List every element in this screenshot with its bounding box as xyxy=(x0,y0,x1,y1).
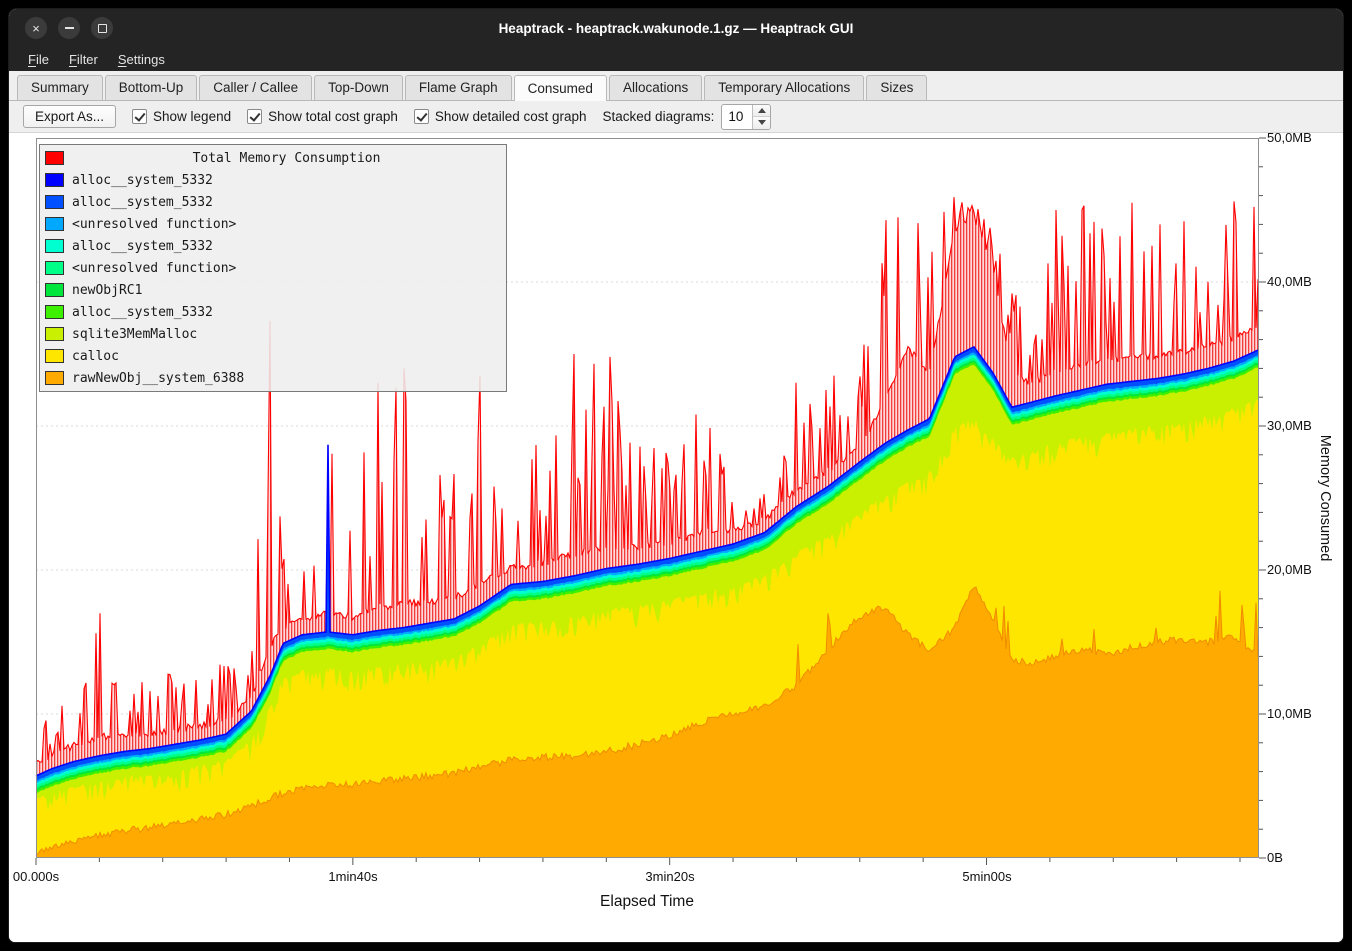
legend-color-swatch xyxy=(45,239,64,253)
legend-color-swatch xyxy=(45,349,64,363)
window-title: Heaptrack - heaptrack.wakunode.1.gz — He… xyxy=(9,21,1343,36)
checkbox-checked-icon xyxy=(414,109,429,124)
tab-consumed[interactable]: Consumed xyxy=(514,75,607,101)
close-icon: × xyxy=(32,22,40,35)
tab-allocations[interactable]: Allocations xyxy=(609,75,702,100)
legend-item: rawNewObj__system_6388 xyxy=(43,367,503,389)
tab-temporary-allocations[interactable]: Temporary Allocations xyxy=(704,75,864,100)
y-tick-label: 0B xyxy=(1267,850,1337,865)
minimize-icon xyxy=(65,27,74,29)
checkbox-checked-icon xyxy=(132,109,147,124)
close-button[interactable]: × xyxy=(25,17,47,39)
legend-color-swatch xyxy=(45,305,64,319)
legend-color-swatch xyxy=(45,327,64,341)
legend-color-swatch xyxy=(45,151,64,165)
window-controls: × xyxy=(25,17,113,39)
spinbox-value: 10 xyxy=(722,105,752,129)
legend-color-swatch xyxy=(45,173,64,187)
spin-down-button[interactable] xyxy=(753,117,770,129)
x-tick-label: 5min00s xyxy=(962,869,1011,884)
checkbox-checked-icon xyxy=(247,109,262,124)
x-tick-label: 00.000s xyxy=(13,869,59,884)
checkbox-label: Show detailed cost graph xyxy=(435,109,587,124)
tab-summary[interactable]: Summary xyxy=(17,75,103,100)
legend-label: newObjRC1 xyxy=(72,283,142,298)
legend-item: sqlite3MemMalloc xyxy=(43,323,503,345)
checkbox-label: Show legend xyxy=(153,109,231,124)
heaptrack-window: × Heaptrack - heaptrack.wakunode.1.gz — … xyxy=(8,8,1344,943)
spin-up-button[interactable] xyxy=(753,105,770,118)
legend-color-swatch xyxy=(45,283,64,297)
stacked-diagrams-spinbox[interactable]: 10 xyxy=(721,104,771,130)
y-tick-label: 30,0MB xyxy=(1267,418,1337,433)
legend-color-swatch xyxy=(45,261,64,275)
export-as-button[interactable]: Export As... xyxy=(23,105,116,128)
legend-label: alloc__system_5332 xyxy=(72,305,213,320)
legend-color-swatch xyxy=(45,195,64,209)
legend-item: <unresolved function> xyxy=(43,213,503,235)
menu-filter[interactable]: Filter xyxy=(60,49,107,70)
maximize-icon xyxy=(98,24,107,33)
titlebar[interactable]: × Heaptrack - heaptrack.wakunode.1.gz — … xyxy=(9,9,1343,47)
legend-item: alloc__system_5332 xyxy=(43,235,503,257)
legend-color-swatch xyxy=(45,371,64,385)
stacked-diagrams-label: Stacked diagrams: xyxy=(603,109,715,124)
legend-item: newObjRC1 xyxy=(43,279,503,301)
maximize-button[interactable] xyxy=(91,17,113,39)
y-tick-label: 10,0MB xyxy=(1267,706,1337,721)
arrow-up-icon xyxy=(758,108,766,113)
legend-item: calloc xyxy=(43,345,503,367)
menu-settings[interactable]: Settings xyxy=(109,49,174,70)
tab-bar: Summary Bottom-Up Caller / Callee Top-Do… xyxy=(9,71,1343,101)
arrow-down-icon xyxy=(758,120,766,125)
legend-item: <unresolved function> xyxy=(43,257,503,279)
stacked-diagrams-group: Stacked diagrams: 10 xyxy=(603,104,772,130)
y-tick-label: 40,0MB xyxy=(1267,274,1337,289)
x-tick-label: 3min20s xyxy=(645,869,694,884)
menu-file[interactable]: File xyxy=(19,49,58,70)
legend-label: rawNewObj__system_6388 xyxy=(72,371,244,386)
toolbar: Export As... Show legend Show total cost… xyxy=(9,101,1343,133)
legend-item: alloc__system_5332 xyxy=(43,191,503,213)
show-total-cost-graph-checkbox[interactable]: Show total cost graph xyxy=(247,109,398,124)
y-tick-label: 50,0MB xyxy=(1267,130,1337,145)
minimize-button[interactable] xyxy=(58,17,80,39)
menubar: File Filter Settings xyxy=(9,47,1343,71)
tab-caller-callee[interactable]: Caller / Callee xyxy=(199,75,312,100)
tab-flame-graph[interactable]: Flame Graph xyxy=(405,75,512,100)
legend-item: alloc__system_5332 xyxy=(43,301,503,323)
show-legend-checkbox[interactable]: Show legend xyxy=(132,109,231,124)
legend-label: sqlite3MemMalloc xyxy=(72,327,197,342)
x-axis-title: Elapsed Time xyxy=(600,893,694,911)
legend-label: <unresolved function> xyxy=(72,261,236,276)
y-tick-label: 20,0MB xyxy=(1267,562,1337,577)
legend-label: alloc__system_5332 xyxy=(72,239,213,254)
checkbox-label: Show total cost graph xyxy=(268,109,398,124)
y-axis-title: Memory Consumed xyxy=(1317,435,1333,562)
legend-label: Total Memory Consumption xyxy=(72,151,501,166)
legend-label: alloc__system_5332 xyxy=(72,173,213,188)
legend-label: alloc__system_5332 xyxy=(72,195,213,210)
legend-color-swatch xyxy=(45,217,64,231)
legend-title-row: Total Memory Consumption xyxy=(43,147,503,169)
legend-item: alloc__system_5332 xyxy=(43,169,503,191)
x-tick-label: 1min40s xyxy=(328,869,377,884)
tab-top-down[interactable]: Top-Down xyxy=(314,75,403,100)
legend-label: <unresolved function> xyxy=(72,217,236,232)
chart-legend: Total Memory Consumption alloc__system_53… xyxy=(39,144,507,392)
show-detailed-cost-graph-checkbox[interactable]: Show detailed cost graph xyxy=(414,109,587,124)
consumed-chart-panel: Total Memory Consumption alloc__system_53… xyxy=(9,133,1344,943)
legend-label: calloc xyxy=(72,349,119,364)
tab-sizes[interactable]: Sizes xyxy=(866,75,927,100)
tab-bottom-up[interactable]: Bottom-Up xyxy=(105,75,198,100)
